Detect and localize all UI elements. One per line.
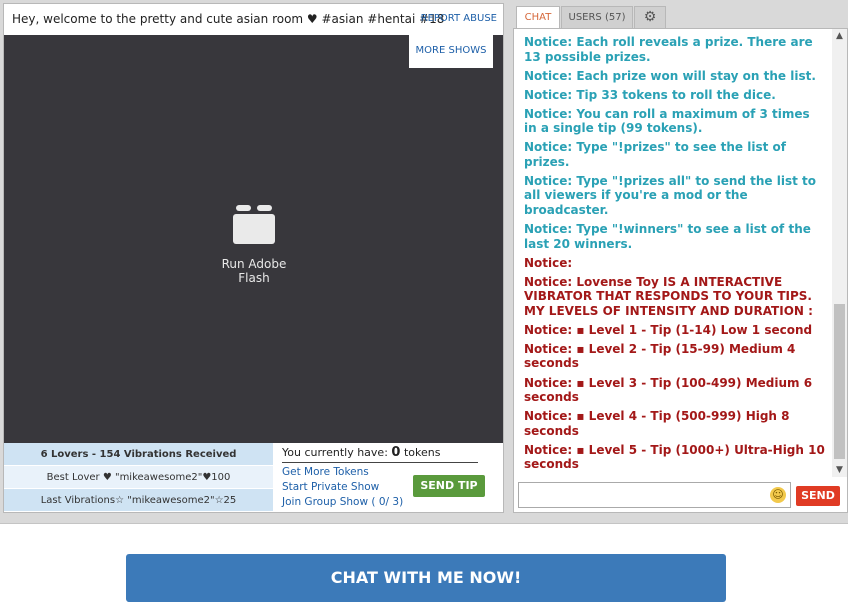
chat-message: Notice: Type "!prizes" to see the list o… <box>524 140 786 169</box>
chat-message: Notice: ▪ Level 1 - Tip (1-14) Low 1 sec… <box>524 322 813 337</box>
room-title-bar: Hey, welcome to the pretty and cute asia… <box>4 4 503 35</box>
chat-message: Notice: ▪ Level 3 - Tip (100-499) Medium… <box>524 375 813 405</box>
report-abuse-link[interactable]: REPORT ABUSE <box>421 13 497 24</box>
join-group-show-link[interactable]: Join Group Show ( 0/ 3) <box>282 496 502 508</box>
chat-message: Notice: Each prize won will stay on the … <box>524 68 816 83</box>
scroll-thumb[interactable] <box>834 304 845 459</box>
page-frame: Hey, welcome to the pretty and cute asia… <box>0 0 848 524</box>
tokens-area: You currently have: 0 tokens Get More To… <box>282 445 502 513</box>
chat-message: Notice: Type "!winners" to see a list of… <box>524 222 811 251</box>
chat-messages: Notice: Each roll reveals a prize. There… <box>514 29 832 477</box>
send-button[interactable]: SEND <box>796 486 840 506</box>
gear-icon: ⚙ <box>643 9 657 25</box>
scroll-down-icon[interactable]: ▼ <box>832 463 847 477</box>
chat-message: Notice: <box>524 476 826 477</box>
video-player[interactable]: MORE SHOWS Run Adobe Flash <box>4 35 503 443</box>
lovense-stats: 6 Lovers - 154 Vibrations Received Best … <box>4 443 273 513</box>
chat-panel: CHAT USERS (57) ⚙ Notice: Each roll reve… <box>512 3 848 513</box>
more-shows-button[interactable]: MORE SHOWS <box>409 35 493 68</box>
scroll-up-icon[interactable]: ▲ <box>832 29 847 43</box>
chat-message: Notice: Tip 33 tokens to roll the dice. <box>524 87 776 102</box>
token-balance: You currently have: 0 tokens <box>282 445 478 463</box>
last-vibrations: Last Vibrations☆ "mikeawesome2"☆25 <box>4 489 273 512</box>
chat-message: Notice: Each roll reveals a prize. There… <box>524 35 813 64</box>
tab-users[interactable]: USERS (57) <box>561 6 633 28</box>
chat-input[interactable] <box>518 482 791 508</box>
plugin-icon <box>233 205 275 244</box>
send-tip-button[interactable]: SEND TIP <box>413 475 485 497</box>
chat-message: Notice: Lovense Toy IS A INTERACTIVE VIB… <box>524 274 813 318</box>
chat-message: Notice: Type "!prizes all" to send the l… <box>524 173 817 217</box>
best-lover: Best Lover ♥ "mikeawesome2"♥100 <box>4 466 273 489</box>
chat-box: Notice: Each roll reveals a prize. There… <box>513 28 848 513</box>
run-flash-label: Run Adobe Flash <box>221 257 287 285</box>
chat-scrollbar[interactable]: ▲ ▼ <box>832 29 847 477</box>
vibrations-summary: 6 Lovers - 154 Vibrations Received <box>4 443 273 466</box>
broadcast-panel: Hey, welcome to the pretty and cute asia… <box>3 3 504 513</box>
room-title: Hey, welcome to the pretty and cute asia… <box>12 12 445 26</box>
chat-message: Notice: ▪ Level 5 - Tip (1000+) Ultra-Hi… <box>524 442 825 472</box>
run-flash-button[interactable]: Run Adobe Flash <box>204 205 304 285</box>
chat-message: Notice: ▪ Level 4 - Tip (500-999) High 8… <box>524 409 790 438</box>
chat-input-row: ☺ SEND <box>518 482 842 510</box>
tab-chat[interactable]: CHAT <box>516 6 560 28</box>
tab-settings[interactable]: ⚙ <box>634 6 666 28</box>
chat-with-me-button[interactable]: CHAT WITH ME NOW! <box>126 554 726 602</box>
chat-message: Notice: <box>524 255 573 270</box>
chat-message: Notice: You can roll a maximum of 3 time… <box>524 106 810 136</box>
chat-message: Notice: ▪ Level 2 - Tip (15-99) Medium 4… <box>524 341 796 371</box>
smiley-icon[interactable]: ☺ <box>770 487 786 503</box>
